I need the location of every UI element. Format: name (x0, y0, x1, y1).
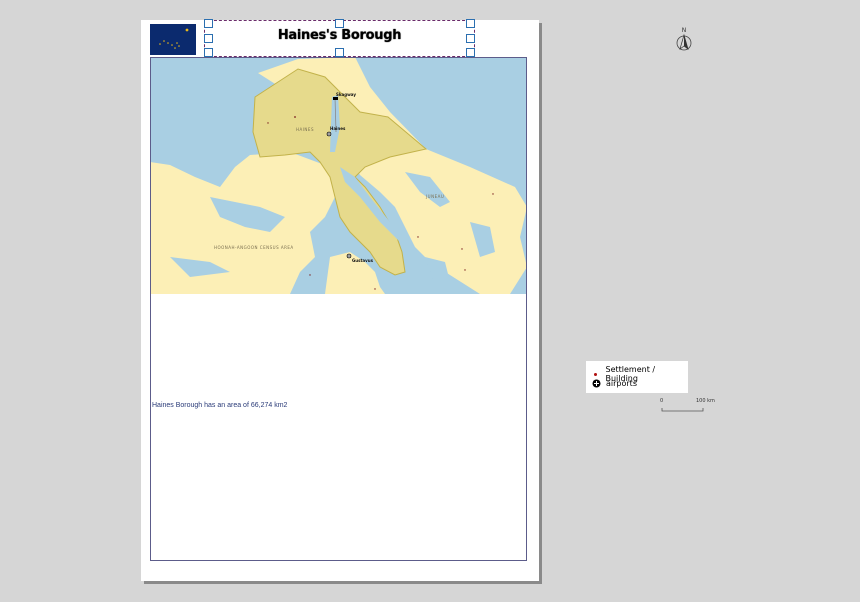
alaska-flag-image[interactable] (150, 24, 196, 55)
north-arrow-icon: N (676, 27, 692, 51)
resize-handle-top-left[interactable] (204, 19, 213, 28)
legend[interactable]: Settlement / Building airports (586, 361, 688, 393)
resize-handle-bottom-right[interactable] (466, 48, 475, 57)
flag-stars-icon (150, 24, 196, 55)
resize-handle-top[interactable] (335, 19, 344, 28)
map-label-haines-region: HAINES (296, 127, 314, 132)
map-item[interactable]: Skagway Haines HAINES JUNEAU HOONAH-ANGO… (150, 57, 527, 294)
legend-label: airports (606, 379, 637, 388)
legend-item-airports: airports (586, 378, 637, 389)
airport-icon (592, 379, 600, 388)
map-title[interactable]: Haines's Borough (204, 28, 475, 43)
map-label-juneau: JUNEAU (426, 194, 445, 199)
north-arrow-label: N (682, 27, 687, 34)
map-label-skagway: Skagway (336, 92, 356, 97)
area-label[interactable]: Haines Borough has an area of 66,274 km2 (152, 402, 287, 409)
map-label-hoonah-angoon: HOONAH-ANGOON CENSUS AREA (214, 245, 294, 250)
map-page-lower-area (150, 294, 527, 561)
resize-handle-bottom-left[interactable] (204, 48, 213, 57)
map-label-haines: Haines (330, 126, 346, 131)
north-arrow[interactable]: N (674, 26, 694, 54)
airport-icon-gustavus (346, 253, 352, 259)
map-label-gustavus: Gustavus (352, 258, 373, 263)
resize-handle-bottom[interactable] (335, 48, 344, 57)
red-dot-icon (594, 372, 598, 376)
airport-icon-skagway (333, 97, 338, 100)
airport-icon-haines (326, 131, 332, 137)
resize-handle-right[interactable] (466, 34, 475, 43)
resize-handle-top-right[interactable] (466, 19, 475, 28)
scalebar-line-icon (661, 408, 704, 412)
scalebar[interactable]: 0 100 km (656, 398, 720, 416)
resize-handle-left[interactable] (204, 34, 213, 43)
